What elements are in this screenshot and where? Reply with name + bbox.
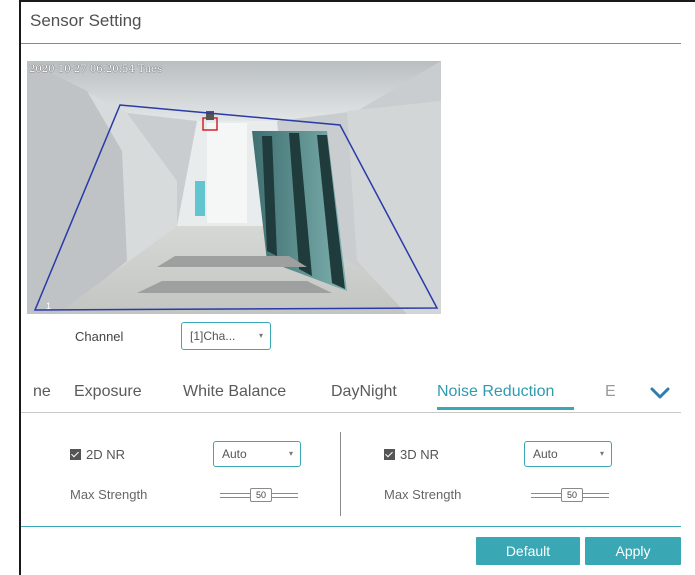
chevron-down-icon: ▾ xyxy=(288,449,293,458)
active-tab-indicator xyxy=(437,407,574,410)
tab-white-balance[interactable]: White Balance xyxy=(183,383,286,401)
nr3d-mode-value: Auto xyxy=(533,447,558,461)
settings-tabs: ne Exposure White Balance DayNight Noise… xyxy=(21,380,681,410)
osd-timestamp: 2020-10-27 06:20:54 Tues xyxy=(29,64,163,75)
nr2d-strength-slider[interactable]: 50 xyxy=(220,488,298,502)
tab-daynight[interactable]: DayNight xyxy=(331,383,397,401)
nr2d-mode-select[interactable]: Auto ▾ xyxy=(213,441,301,467)
checkbox-checked-icon xyxy=(384,449,395,460)
nr3d-strength-slider[interactable]: 50 xyxy=(531,488,609,502)
nr2d-mode-value: Auto xyxy=(222,447,247,461)
apply-button[interactable]: Apply xyxy=(585,537,681,565)
tab-noise-reduction[interactable]: Noise Reduction xyxy=(437,383,554,401)
title-divider xyxy=(21,43,681,44)
chevron-down-icon: ▾ xyxy=(258,331,263,340)
tabs-divider xyxy=(21,412,681,413)
slider-thumb[interactable]: 50 xyxy=(250,488,272,502)
osd-channel-number: 1 xyxy=(46,301,52,311)
nr2d-checkbox[interactable]: 2D NR xyxy=(70,447,125,462)
checkbox-checked-icon xyxy=(70,449,81,460)
page-title: Sensor Setting xyxy=(30,11,142,30)
nr3d-label: 3D NR xyxy=(400,447,440,462)
corridor-scene xyxy=(27,61,441,314)
nr2d-strength-label: Max Strength xyxy=(70,487,148,502)
nr2d-label: 2D NR xyxy=(86,447,126,462)
slider-thumb[interactable]: 50 xyxy=(561,488,583,502)
nr3d-checkbox[interactable]: 3D NR xyxy=(384,447,439,462)
tab-partial-e[interactable]: E xyxy=(605,383,616,401)
panel-divider xyxy=(340,432,341,516)
nr3d-strength-label: Max Strength xyxy=(384,487,462,502)
channel-label: Channel xyxy=(75,329,124,344)
tab-scene-partial[interactable]: ne xyxy=(33,383,51,401)
footer-divider xyxy=(21,526,681,527)
default-button[interactable]: Default xyxy=(476,537,580,565)
camera-preview[interactable]: 2020-10-27 06:20:54 Tues 1 xyxy=(27,61,441,314)
nr3d-mode-select[interactable]: Auto ▾ xyxy=(524,441,612,467)
channel-select[interactable]: [1]Cha... ▾ xyxy=(181,322,271,350)
chevron-down-icon: ▾ xyxy=(599,449,604,458)
tab-exposure[interactable]: Exposure xyxy=(74,383,142,401)
channel-select-value: [1]Cha... xyxy=(190,329,236,343)
chevron-down-icon[interactable] xyxy=(649,384,671,402)
